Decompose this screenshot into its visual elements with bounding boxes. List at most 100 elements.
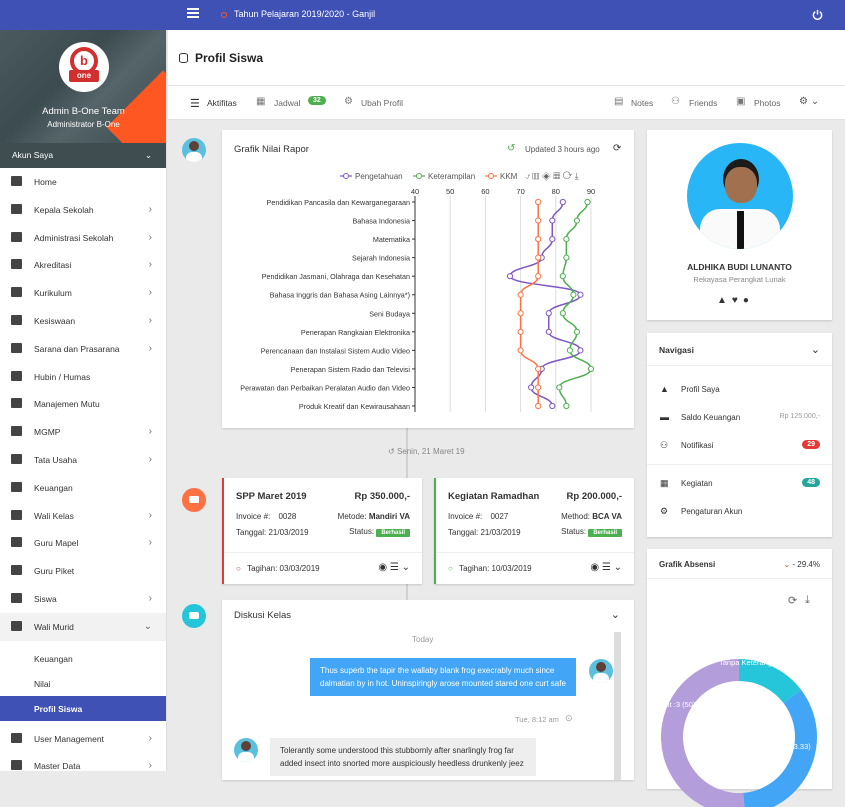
eye-menu-icons[interactable]: ◉ ☰ ⌄ [590, 562, 622, 573]
data-point [556, 384, 563, 391]
data-point [528, 384, 535, 391]
main-content: Profil Siswa ☰ Aktifitas ▦ Jadwal 32 ⚙ U… [168, 30, 845, 807]
data-point [517, 328, 524, 335]
student-dept: Rekayasa Perangkat Lunak [693, 275, 786, 284]
kegiatan-card: Kegiatan Ramadhan Rp 200.000,- Invoice #… [434, 478, 634, 584]
data-point [549, 217, 556, 224]
nav-icon: ▬ [660, 412, 669, 422]
sidebar-item[interactable]: Kesiswaan › [0, 307, 166, 335]
chevron-icon: › [148, 426, 152, 438]
menu-icon [11, 481, 22, 492]
chevron-down-icon[interactable]: ⌄ [811, 343, 820, 356]
sidebar-item[interactable]: User Management › [0, 725, 166, 753]
nav-item[interactable]: ▬ Saldo Keuangan Rp 125.000,- [647, 412, 832, 432]
eye-menu-icons[interactable]: ◉ ☰ ⌄ [378, 562, 410, 573]
tick-label: 40 [411, 187, 419, 196]
chat-message-in: Tolerantly some understood this stubborn… [270, 738, 536, 776]
data-point [506, 273, 514, 280]
download-icon[interactable]: ⤓ [805, 594, 810, 607]
social-icons[interactable]: ▲♥● [717, 295, 754, 306]
tab-friends[interactable]: Friends [689, 98, 717, 108]
sidebar-item[interactable]: Keuangan [0, 474, 166, 502]
nav-item[interactable]: ⚙ Pengaturan Akun [647, 506, 832, 526]
category-label: Produk Kreatif dan Kewirausahaan [299, 402, 410, 411]
category-label: Perencanaan dan Instalasi Sistem Audio V… [261, 346, 410, 355]
sidebar-item[interactable]: Sarana dan Prasarana › [0, 335, 166, 363]
sidebar-item[interactable]: Kurikulum › [0, 279, 166, 307]
data-point [517, 347, 524, 354]
data-point [566, 347, 573, 354]
data-point [559, 198, 566, 206]
data-point [577, 347, 584, 354]
settings-dropdown[interactable]: ⚙ ⌄ [799, 96, 819, 107]
nav-icon: ⚇ [660, 440, 669, 450]
menu-icon [11, 426, 22, 437]
nav-item[interactable]: ▲ Profil Saya [647, 384, 832, 404]
sidebar-header: b one Admin B-One Team Administrator B-O… [0, 30, 166, 143]
menu-icon[interactable] [187, 8, 199, 18]
sidebar-item[interactable]: Home [0, 168, 166, 196]
sidebar-item[interactable]: Kepala Sekolah › [0, 196, 166, 224]
menu-icon [11, 314, 22, 325]
category-label: Bahasa Inggris dan Bahasa Asing Lainnya*… [270, 291, 410, 300]
chevron-down-icon: ⌄ [144, 150, 152, 160]
chevron-icon: › [148, 509, 152, 521]
menu-icon [11, 732, 22, 743]
menu-icon [11, 398, 22, 409]
chevron-icon: › [148, 537, 152, 549]
menu-icon [11, 509, 22, 520]
refresh-icon[interactable]: ⟳ [613, 143, 621, 154]
sidebar-subitem[interactable]: Keuangan [0, 646, 166, 671]
sidebar-item[interactable]: Master Data › [0, 752, 166, 771]
sidebar-subitem[interactable]: Profil Siswa [0, 695, 166, 721]
sidebar-item[interactable]: Guru Mapel › [0, 529, 166, 557]
tab-photos[interactable]: Photos [754, 98, 780, 108]
tab-ubah-profil[interactable]: Ubah Profil [361, 98, 403, 108]
updated-text: Updated 3 hours ago [525, 145, 600, 154]
data-point [545, 328, 552, 335]
nav-item[interactable]: ⚇ Notifikasi 29 [647, 440, 832, 460]
tab-notes[interactable]: Notes [631, 98, 653, 108]
chevron-down-icon[interactable]: ⌄ [611, 608, 620, 621]
grafik-title: Grafik Nilai Rapor [234, 144, 309, 155]
navigasi-card: Navigasi ⌄ ▲ Profil Saya ▬ Saldo Keuangan Rp… [647, 333, 832, 537]
sidebar-item[interactable]: Tata Usaha › [0, 446, 166, 474]
menu-icon [11, 203, 22, 214]
chevron-icon: › [148, 342, 152, 354]
sidebar-subitem[interactable]: Nilai [0, 671, 166, 696]
sidebar-item[interactable]: Akreditasi › [0, 251, 166, 279]
menu-icon [11, 370, 22, 381]
sidebar-item[interactable]: Guru Piket [0, 557, 166, 585]
sidebar-item[interactable]: Manajemen Mutu [0, 390, 166, 418]
account-menu[interactable]: Akun Saya ⌄ [0, 143, 166, 168]
top-bar: Tahun Pelajaran 2019/2020 - Ganjil [0, 0, 845, 30]
sidebar-item[interactable]: Wali Kelas › [0, 502, 166, 530]
category-label: Perawatan dan Perbaikan Peralatan Audio … [240, 383, 410, 392]
tick-label: 90 [587, 187, 595, 196]
data-point [559, 310, 566, 317]
power-icon[interactable] [812, 9, 823, 20]
legend-marker [488, 173, 494, 179]
sidebar-item[interactable]: Siswa › [0, 585, 166, 613]
sidebar-item[interactable]: Wali Murid ⌄ [0, 612, 166, 641]
scrollbar[interactable] [614, 632, 621, 780]
refresh-icon[interactable]: ⟳ [788, 594, 797, 607]
history-icon: ↺ [388, 447, 397, 456]
data-point [573, 217, 581, 224]
nav-icon: ▲ [660, 384, 669, 394]
nav-item[interactable]: ▦ Kegiatan 48 [647, 478, 832, 498]
chevron-icon: › [148, 259, 152, 271]
data-point [517, 310, 524, 317]
sidebar-item[interactable]: MGMP › [0, 418, 166, 446]
user-name: Admin B-One Team [42, 106, 125, 117]
category-label: Penerapan Sistem Radio dan Televisi [291, 365, 411, 374]
tab-jadwal[interactable]: Jadwal [274, 98, 300, 108]
status-badge: Berhasil [588, 529, 622, 537]
location-icon: ⊙ [565, 713, 573, 723]
sidebar: b one Admin B-One Team Administrator B-O… [0, 30, 167, 771]
tab-aktifitas[interactable]: Aktifitas [207, 98, 237, 108]
profile-photo [687, 143, 793, 249]
sidebar-item[interactable]: Administrasi Sekolah › [0, 224, 166, 252]
sidebar-item[interactable]: Hubin / Humas [0, 363, 166, 391]
donut-label: Izin:2 (33.33) [767, 742, 811, 751]
